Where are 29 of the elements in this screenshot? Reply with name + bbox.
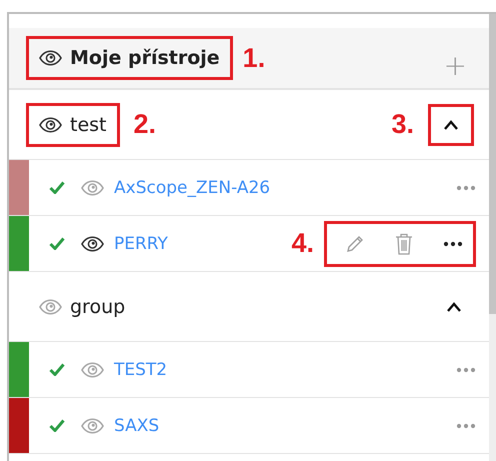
panel-title: Moje přístroje bbox=[70, 47, 220, 69]
eye-icon[interactable] bbox=[39, 50, 62, 66]
device-row[interactable]: PERRY 4. bbox=[9, 216, 489, 272]
device-link[interactable]: AxScope_ZEN-A26 bbox=[114, 178, 270, 198]
device-row[interactable]: TEST2 bbox=[9, 342, 489, 398]
eye-icon[interactable] bbox=[39, 116, 62, 132]
annotation-number: 3. bbox=[391, 109, 414, 140]
edit-button[interactable] bbox=[345, 234, 365, 254]
device-link[interactable]: TEST2 bbox=[114, 360, 168, 380]
device-link[interactable]: PERRY bbox=[114, 234, 168, 254]
group-name[interactable]: group bbox=[70, 296, 126, 318]
check-icon bbox=[49, 181, 65, 194]
device-row[interactable]: AxScope_ZEN-A26 bbox=[9, 160, 489, 216]
eye-icon[interactable] bbox=[81, 236, 104, 252]
device-row[interactable]: SAXS bbox=[9, 398, 489, 454]
device-link[interactable]: SAXS bbox=[114, 416, 160, 436]
check-icon bbox=[49, 237, 65, 250]
more-button[interactable] bbox=[443, 240, 463, 246]
delete-button[interactable] bbox=[395, 232, 413, 254]
check-icon bbox=[49, 419, 65, 432]
annotation-number: 2. bbox=[134, 109, 156, 140]
caret-icon bbox=[446, 302, 462, 312]
annotation-number: 4. bbox=[291, 228, 314, 259]
caret-icon bbox=[443, 120, 459, 130]
check-icon bbox=[49, 363, 65, 376]
add-button[interactable]: + bbox=[438, 48, 473, 82]
scrollbar[interactable] bbox=[489, 14, 496, 461]
annotation-number: 1. bbox=[242, 42, 266, 74]
group-name[interactable]: test bbox=[70, 114, 106, 136]
